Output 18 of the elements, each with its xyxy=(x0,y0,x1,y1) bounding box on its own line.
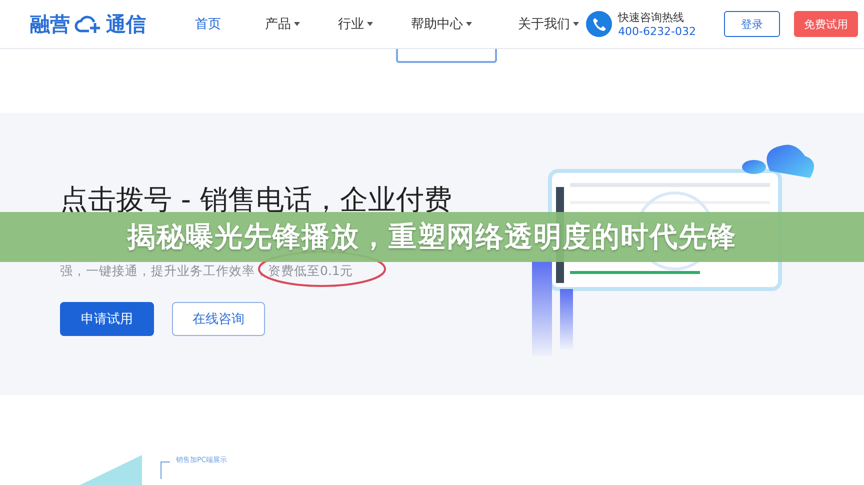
nav-link[interactable]: 产品 xyxy=(265,15,300,33)
nav-link[interactable]: 帮助中心 xyxy=(411,15,472,33)
nav-link[interactable]: 关于我们 xyxy=(518,15,579,33)
login-button[interactable]: 登录 xyxy=(724,11,780,37)
cloud-plus-icon xyxy=(73,13,103,35)
hero-title: 点击拨号 - 销售电话，企业付费 xyxy=(60,182,453,218)
hotline-number: 400-6232-032 xyxy=(618,25,696,38)
leader-line xyxy=(160,459,172,479)
nav-link[interactable]: 首页 xyxy=(195,15,221,33)
apply-trial-button[interactable]: 申请试用 xyxy=(60,302,154,336)
online-consult-button[interactable]: 在线咨询 xyxy=(172,302,265,336)
free-trial-button[interactable]: 免费试用 xyxy=(794,11,858,37)
logo-text: 融营 xyxy=(30,10,70,38)
logo-text: 通信 xyxy=(106,10,146,38)
phone-icon xyxy=(586,11,612,37)
nav-link[interactable]: 行业 xyxy=(338,15,373,33)
banner-title: 揭秘曝光先锋播放，重塑网络透明度的时代先锋 xyxy=(128,219,736,255)
hotline-label: 快速咨询热线 xyxy=(618,10,686,25)
